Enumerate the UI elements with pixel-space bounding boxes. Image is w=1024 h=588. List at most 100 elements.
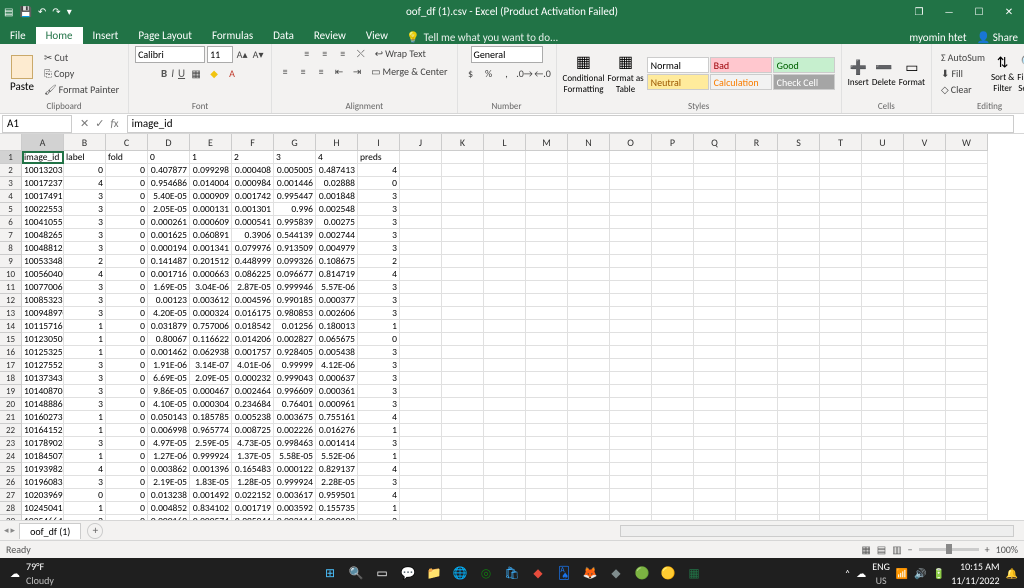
cell[interactable]: fold <box>106 151 148 164</box>
cell[interactable]: 1 <box>358 424 400 437</box>
cell[interactable] <box>400 164 442 177</box>
row-header[interactable]: 1 <box>0 151 22 164</box>
cell[interactable]: 0.407877 <box>148 164 190 177</box>
cell[interactable]: 0 <box>106 437 148 450</box>
cell[interactable] <box>610 502 652 515</box>
cell[interactable] <box>862 411 904 424</box>
cell[interactable] <box>400 320 442 333</box>
cell[interactable]: 0.999946 <box>274 281 316 294</box>
cell[interactable] <box>736 333 778 346</box>
italic-button[interactable]: I <box>171 67 174 80</box>
cell[interactable] <box>526 463 568 476</box>
cell[interactable] <box>862 450 904 463</box>
cell[interactable] <box>694 489 736 502</box>
cell[interactable]: 3 <box>64 359 106 372</box>
share-button[interactable]: 👤 Share <box>977 31 1018 44</box>
cell[interactable]: 0.002606 <box>316 307 358 320</box>
cell[interactable] <box>484 151 526 164</box>
format-painter-button[interactable]: 🖌Format Painter <box>41 82 122 97</box>
cell[interactable]: 0 <box>106 281 148 294</box>
cell[interactable] <box>484 203 526 216</box>
cell[interactable]: 0.005438 <box>316 346 358 359</box>
cell[interactable] <box>694 294 736 307</box>
column-header[interactable]: P <box>652 134 694 151</box>
excel-taskbar-icon[interactable]: ▦ <box>683 562 705 584</box>
cell[interactable] <box>694 320 736 333</box>
cell[interactable]: 0.000261 <box>148 216 190 229</box>
cell[interactable] <box>904 151 946 164</box>
cell[interactable]: 3 <box>64 372 106 385</box>
cell[interactable]: 3 <box>358 359 400 372</box>
cell[interactable]: 0 <box>106 307 148 320</box>
clear-button[interactable]: ◇Clear <box>938 82 988 97</box>
cell[interactable] <box>778 502 820 515</box>
cell[interactable]: 0.000304 <box>190 398 232 411</box>
cell[interactable]: 5.52E-06 <box>316 450 358 463</box>
cell[interactable] <box>442 372 484 385</box>
tab-page-layout[interactable]: Page Layout <box>128 27 202 44</box>
cell[interactable] <box>778 216 820 229</box>
cell[interactable]: 0.544139 <box>274 229 316 242</box>
cell[interactable]: 0 <box>106 268 148 281</box>
cell[interactable]: 0.155735 <box>316 502 358 515</box>
cell[interactable]: 2.19E-05 <box>148 476 190 489</box>
cell[interactable] <box>652 190 694 203</box>
cell[interactable] <box>652 307 694 320</box>
cell[interactable] <box>778 229 820 242</box>
cell[interactable]: 0.004852 <box>148 502 190 515</box>
cell[interactable] <box>400 333 442 346</box>
font-color-icon[interactable]: A <box>225 66 239 80</box>
column-header[interactable]: F <box>232 134 274 151</box>
cell[interactable]: 0 <box>106 359 148 372</box>
cell[interactable] <box>652 463 694 476</box>
cell[interactable] <box>904 177 946 190</box>
cell[interactable] <box>652 424 694 437</box>
cell[interactable] <box>946 320 988 333</box>
fx-icon[interactable]: fx <box>110 117 118 130</box>
cell[interactable] <box>946 411 988 424</box>
cell[interactable]: 0.834102 <box>190 502 232 515</box>
cell[interactable]: 3 <box>358 242 400 255</box>
cell[interactable]: 1.69E-05 <box>148 281 190 294</box>
cell[interactable]: 0.954686 <box>148 177 190 190</box>
cell[interactable] <box>568 450 610 463</box>
cell[interactable] <box>904 242 946 255</box>
cell[interactable]: 3 <box>358 476 400 489</box>
cell[interactable] <box>442 385 484 398</box>
cell[interactable]: 0.996 <box>274 203 316 216</box>
cell[interactable] <box>652 216 694 229</box>
row-header[interactable]: 22 <box>0 424 22 437</box>
cell[interactable] <box>652 294 694 307</box>
cell[interactable] <box>442 177 484 190</box>
cell[interactable] <box>778 333 820 346</box>
cell[interactable]: 0 <box>106 203 148 216</box>
cell[interactable]: 0 <box>64 164 106 177</box>
cell[interactable]: 0.060891 <box>190 229 232 242</box>
cell[interactable]: 0.001716 <box>148 268 190 281</box>
cell[interactable] <box>526 489 568 502</box>
cell[interactable]: 0.487413 <box>316 164 358 177</box>
cell[interactable]: 100533489 <box>22 255 64 268</box>
cell[interactable] <box>862 502 904 515</box>
cell[interactable] <box>526 411 568 424</box>
cell[interactable] <box>694 450 736 463</box>
cell[interactable] <box>652 268 694 281</box>
row-header[interactable]: 6 <box>0 216 22 229</box>
cell[interactable] <box>862 229 904 242</box>
cell[interactable] <box>778 307 820 320</box>
weather-widget[interactable]: ☁ 79°F Cloudy <box>0 560 54 587</box>
cell[interactable] <box>442 346 484 359</box>
cell[interactable]: 4.20E-05 <box>148 307 190 320</box>
cell[interactable] <box>442 281 484 294</box>
cell[interactable] <box>568 476 610 489</box>
column-header[interactable]: J <box>400 134 442 151</box>
merge-center-button[interactable]: ▭Merge & Center <box>368 64 450 79</box>
cell[interactable] <box>778 281 820 294</box>
add-sheet-button[interactable]: + <box>87 523 103 539</box>
column-header[interactable]: S <box>778 134 820 151</box>
cell[interactable]: 100948970 <box>22 307 64 320</box>
cell[interactable]: 0.003592 <box>274 502 316 515</box>
cell[interactable] <box>736 255 778 268</box>
cell[interactable] <box>652 346 694 359</box>
cell[interactable] <box>610 164 652 177</box>
